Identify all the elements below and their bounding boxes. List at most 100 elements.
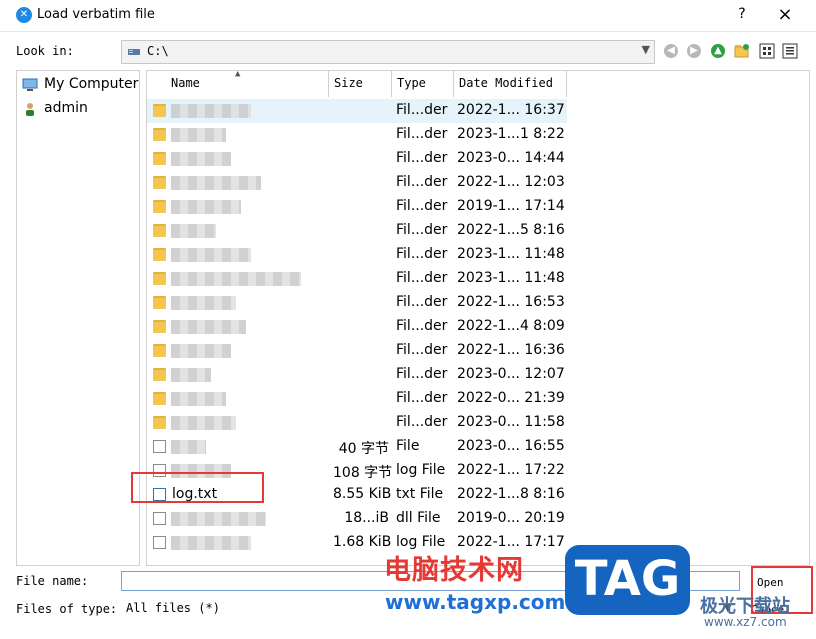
file-date: 2023-1...1 8:22: [457, 126, 565, 142]
file-row[interactable]: Fil...der 2023-0... 14:44: [147, 147, 567, 171]
file-row[interactable]: Fil...der 2023-1... 11:48: [147, 267, 567, 291]
folder-icon: [153, 104, 166, 117]
file-type: log File: [396, 462, 446, 478]
file-row[interactable]: Fil...der 2022-1... 16:53: [147, 291, 567, 315]
list-view-icon[interactable]: [758, 42, 776, 60]
computer-icon: [22, 78, 38, 91]
file-size: 108 字节: [333, 465, 393, 481]
folder-icon: [153, 296, 166, 309]
back-icon[interactable]: ◀: [662, 42, 680, 60]
help-button[interactable]: ?: [734, 6, 750, 26]
file-icon: [153, 440, 166, 453]
file-type: dll File: [396, 510, 441, 526]
sidebar: My Computer admin: [16, 70, 140, 566]
column-header-name[interactable]: ▲ Name: [147, 71, 329, 97]
redacted-file-name: [171, 152, 231, 166]
file-date: 2019-1... 17:14: [457, 198, 565, 214]
file-row[interactable]: 18...iB dll File 2019-0... 20:19: [147, 507, 567, 531]
column-header-size[interactable]: Size: [329, 71, 392, 97]
file-date: 2023-0... 12:07: [457, 366, 565, 382]
file-icon: [153, 536, 166, 549]
redacted-file-name: [171, 512, 266, 526]
file-row[interactable]: Fil...der 2022-1...4 8:09: [147, 315, 567, 339]
user-icon: [26, 103, 34, 116]
folder-icon: [153, 392, 166, 405]
file-row[interactable]: Fil...der 2019-1... 17:14: [147, 195, 567, 219]
file-date: 2022-1... 16:53: [457, 294, 565, 310]
folder-icon: [153, 320, 166, 333]
chevron-down-icon[interactable]: ▼: [642, 43, 650, 56]
redacted-file-name: [171, 368, 211, 382]
folder-icon: [153, 368, 166, 381]
file-row[interactable]: Fil...der 2023-1...1 8:22: [147, 123, 567, 147]
file-date: 2022-0... 21:39: [457, 390, 565, 406]
forward-icon[interactable]: ▶: [685, 42, 703, 60]
highlight-box-log-txt: [131, 472, 264, 503]
file-type: File: [396, 438, 420, 454]
file-size: 18...iB: [344, 510, 389, 526]
close-button[interactable]: ×: [775, 4, 795, 26]
redacted-file-name: [171, 392, 226, 406]
file-type: Fil...der: [396, 150, 448, 166]
file-type: Fil...der: [396, 390, 448, 406]
folder-icon: [153, 248, 166, 261]
sidebar-item-admin[interactable]: admin: [17, 97, 139, 121]
file-type: Fil...der: [396, 414, 448, 430]
look-in-combo[interactable]: C:\ ▼: [121, 40, 655, 64]
folder-icon: [153, 128, 166, 141]
watermark-site-url: www.xz7.com: [704, 615, 787, 629]
file-type-value: All files (*): [126, 601, 220, 615]
file-icon: [153, 512, 166, 525]
file-row[interactable]: Fil...der 2022-1... 12:03: [147, 171, 567, 195]
file-row[interactable]: Fil...der 2022-1...5 8:16: [147, 219, 567, 243]
redacted-file-name: [171, 344, 231, 358]
folder-icon: [153, 200, 166, 213]
redacted-file-name: [171, 200, 241, 214]
redacted-file-name: [171, 440, 206, 454]
detail-view-icon[interactable]: [781, 42, 799, 60]
look-in-label: Look in:: [16, 44, 74, 58]
column-header-date[interactable]: Date Modified: [454, 71, 567, 97]
folder-icon: [153, 176, 166, 189]
column-header-type[interactable]: Type: [392, 71, 454, 97]
redacted-file-name: [171, 128, 226, 142]
watermark-text: 电脑技术网: [384, 555, 524, 586]
file-type: Fil...der: [396, 246, 448, 262]
window-title: Load verbatim file: [37, 7, 155, 22]
file-size: 40 字节: [338, 441, 389, 457]
file-type: txt File: [396, 486, 444, 502]
file-type: Fil...der: [396, 294, 448, 310]
file-date: 2023-1... 11:48: [457, 246, 565, 262]
redacted-file-name: [171, 224, 216, 238]
file-row[interactable]: Fil...der 2023-0... 11:58: [147, 411, 567, 435]
file-row[interactable]: Fil...der 2023-0... 12:07: [147, 363, 567, 387]
file-row[interactable]: Fil...der 2022-1... 16:36: [147, 339, 567, 363]
file-row[interactable]: Fil...der 2022-0... 21:39: [147, 387, 567, 411]
file-date: 2022-1... 16:36: [457, 342, 565, 358]
file-type: Fil...der: [396, 174, 448, 190]
redacted-file-name: [171, 320, 246, 334]
file-row[interactable]: 40 字节 File 2023-0... 16:55: [147, 435, 567, 459]
file-date: 2022-1...4 8:09: [457, 318, 565, 334]
new-folder-icon[interactable]: [733, 42, 751, 60]
sort-ascending-icon: ▲: [235, 70, 241, 79]
folder-icon: [153, 416, 166, 429]
file-row[interactable]: Fil...der 2023-1... 11:48: [147, 243, 567, 267]
redacted-file-name: [171, 248, 251, 262]
up-folder-icon[interactable]: ▲: [709, 42, 727, 60]
file-list-header: ▲ Name Size Type Date Modified: [147, 71, 809, 97]
redacted-file-name: [171, 416, 236, 430]
watermark-url: www.tagxp.com: [385, 590, 566, 614]
title-bar: ✕ Load verbatim file ? ×: [0, 0, 816, 32]
file-date: 2022-1... 12:03: [457, 174, 565, 190]
app-icon: ✕: [16, 7, 32, 23]
sidebar-item-my-computer[interactable]: My Computer: [17, 73, 139, 97]
look-in-value: C:\: [147, 44, 169, 58]
folder-icon: [153, 344, 166, 357]
folder-icon: [153, 152, 166, 165]
watermark-tag-logo: TAG: [565, 545, 690, 615]
file-row[interactable]: Fil...der 2022-1... 16:37: [147, 99, 567, 123]
file-size: 1.68 KiB: [333, 534, 392, 550]
file-date: 2019-0... 20:19: [457, 510, 565, 526]
file-date: 2022-1... 17:22: [457, 462, 565, 478]
